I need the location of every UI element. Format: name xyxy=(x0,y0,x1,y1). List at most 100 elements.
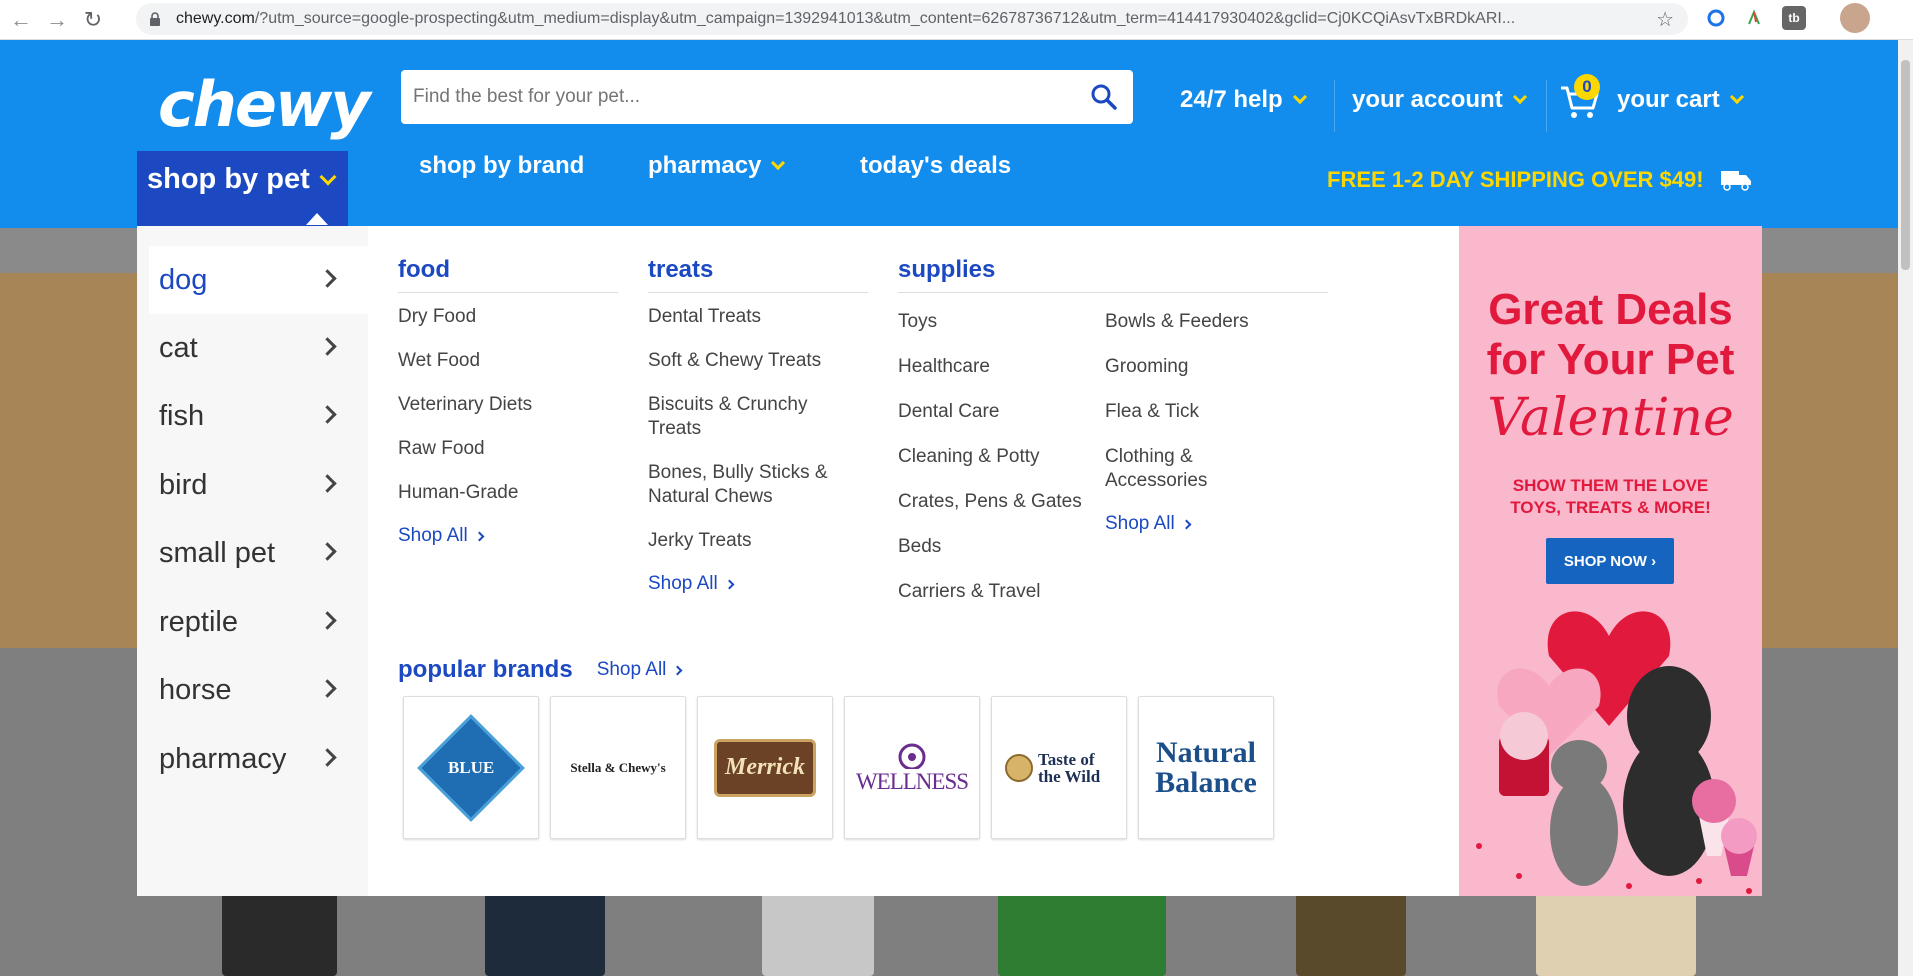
wellness-logo: WELLNESS xyxy=(856,741,969,795)
chevron-down-icon xyxy=(1729,89,1744,105)
todays-deals-link[interactable]: today's deals xyxy=(860,152,1011,180)
chevron-right-icon xyxy=(724,579,735,589)
chevron-right-icon xyxy=(318,611,337,630)
category-link[interactable]: Raw Food xyxy=(398,437,618,461)
pharmacy-menu[interactable]: pharmacy xyxy=(648,152,786,180)
pet-item-pharmacy[interactable]: pharmacy xyxy=(149,725,368,793)
address-bar[interactable]: chewy.com/?utm_source=google-prospecting… xyxy=(136,3,1688,35)
pet-item-fish[interactable]: fish xyxy=(149,382,368,450)
site-header: chewy 24/7 help your account 0 your cart… xyxy=(0,40,1898,228)
food-shop-all-link[interactable]: Shop All xyxy=(398,525,618,547)
chevron-down-icon xyxy=(319,168,337,185)
category-link[interactable]: Bones, Bully Sticks & Natural Chews xyxy=(648,461,848,509)
category-link[interactable]: Veterinary Diets xyxy=(398,393,618,417)
brands-shop-all-link[interactable]: Shop All xyxy=(597,659,683,681)
cart-menu[interactable]: your cart xyxy=(1617,86,1744,114)
bookmark-star-icon[interactable]: ☆ xyxy=(1656,7,1674,32)
supplies-heading[interactable]: supplies xyxy=(898,256,1328,293)
popular-brands-header: popular brands Shop All xyxy=(398,656,683,684)
shop-now-button[interactable]: SHOP NOW › xyxy=(1546,538,1674,584)
reload-icon[interactable]: ↻ xyxy=(78,5,108,35)
category-link[interactable]: Dry Food xyxy=(398,305,618,329)
product-image xyxy=(222,892,337,976)
category-link[interactable]: Carriers & Travel xyxy=(898,580,1098,604)
category-link[interactable]: Dental Treats xyxy=(648,305,868,329)
chevron-down-icon xyxy=(1292,89,1307,105)
shop-by-brand-link[interactable]: shop by brand xyxy=(419,152,584,180)
extension-tb-icon[interactable]: tb xyxy=(1782,6,1806,30)
promo-subheading-1: SHOW THEM THE LOVE xyxy=(1512,476,1709,495)
chevron-right-icon xyxy=(474,531,485,541)
category-link[interactable]: Toys xyxy=(898,310,1098,334)
product-image xyxy=(762,892,874,976)
lock-icon xyxy=(150,12,160,26)
help-menu[interactable]: 24/7 help xyxy=(1180,86,1307,114)
merrick-logo: Merrick xyxy=(714,738,816,797)
supplies-shop-all-link[interactable]: Shop All xyxy=(1105,513,1285,535)
divider xyxy=(1334,80,1335,132)
pet-item-dog[interactable]: dog xyxy=(149,246,368,314)
dropdown-caret xyxy=(306,213,328,225)
extension-leaf-icon[interactable] xyxy=(1742,6,1766,30)
brand-card-stella-chewys[interactable]: Stella & Chewy's xyxy=(550,696,686,839)
treats-heading[interactable]: treats xyxy=(648,256,868,293)
product-image xyxy=(485,892,605,976)
pet-item-reptile[interactable]: reptile xyxy=(149,588,368,656)
category-link[interactable]: Crates, Pens & Gates xyxy=(898,490,1098,514)
extension-circle-icon[interactable] xyxy=(1704,6,1728,30)
product-image xyxy=(1536,892,1696,976)
brand-card-blue[interactable]: BLUE xyxy=(403,696,539,839)
food-heading[interactable]: food xyxy=(398,256,618,293)
forward-arrow-icon[interactable]: → xyxy=(42,5,72,35)
back-arrow-icon[interactable]: ← xyxy=(6,5,36,35)
product-image xyxy=(1296,892,1406,976)
category-link[interactable]: Beds xyxy=(898,535,1098,559)
category-link[interactable]: Healthcare xyxy=(898,355,1098,379)
chevron-down-icon xyxy=(1512,89,1527,105)
chevron-down-icon xyxy=(771,155,786,171)
popular-brands-heading: popular brands xyxy=(398,656,573,683)
valentine-promo-banner[interactable]: Great Deals for Your Pet Valentine SHOW … xyxy=(1459,226,1762,896)
category-link[interactable]: Cleaning & Potty xyxy=(898,445,1098,469)
divider xyxy=(1546,80,1547,132)
promo-subheading-2: TOYS, TREATS & MORE! xyxy=(1510,498,1711,517)
profile-avatar[interactable] xyxy=(1840,3,1870,33)
wellness-mark-icon xyxy=(898,743,926,769)
category-link[interactable]: Bowls & Feeders xyxy=(1105,310,1285,334)
pet-item-horse[interactable]: horse xyxy=(149,656,368,724)
chewy-logo[interactable]: chewy xyxy=(158,68,371,141)
category-link[interactable]: Grooming xyxy=(1105,355,1285,379)
pet-item-bird[interactable]: bird xyxy=(149,451,368,519)
pet-item-cat[interactable]: cat xyxy=(149,314,368,382)
treats-shop-all-link[interactable]: Shop All xyxy=(648,573,868,595)
pet-item-small-pet[interactable]: small pet xyxy=(149,519,368,587)
category-link[interactable]: Human-Grade xyxy=(398,481,618,505)
chevron-right-icon xyxy=(318,474,337,493)
chevron-right-icon xyxy=(318,542,337,561)
brand-card-wellness[interactable]: WELLNESS xyxy=(844,696,980,839)
brand-card-merrick[interactable]: Merrick xyxy=(697,696,833,839)
account-menu[interactable]: your account xyxy=(1352,86,1527,114)
promo-heading-3: Valentine xyxy=(1487,388,1734,448)
category-link[interactable]: Jerky Treats xyxy=(648,529,868,553)
scrollbar-thumb[interactable] xyxy=(1901,60,1910,270)
promo-heading-1: Great Deals xyxy=(1488,285,1733,334)
supplies-list-2: Bowls & Feeders Grooming Flea & Tick Clo… xyxy=(1105,310,1285,535)
search-icon[interactable] xyxy=(1089,82,1119,112)
supplies-column: supplies Toys Healthcare Dental Care Cle… xyxy=(898,256,1328,602)
brand-card-natural-balance[interactable]: Natural Balance xyxy=(1138,696,1274,839)
category-link[interactable]: Clothing & Accessories xyxy=(1105,445,1245,493)
search-bar xyxy=(401,70,1133,124)
category-link[interactable]: Flea & Tick xyxy=(1105,400,1285,424)
brand-card-taste-of-the-wild[interactable]: Taste of the Wild xyxy=(991,696,1127,839)
chevron-right-icon xyxy=(318,269,337,288)
chevron-right-icon xyxy=(1181,519,1192,529)
natural-balance-logo: Natural Balance xyxy=(1155,735,1257,799)
category-link[interactable]: Soft & Chewy Treats xyxy=(648,349,868,373)
category-link[interactable]: Wet Food xyxy=(398,349,618,373)
category-link[interactable]: Biscuits & Crunchy Treats xyxy=(648,393,828,441)
search-input[interactable] xyxy=(413,86,1053,108)
category-link[interactable]: Dental Care xyxy=(898,400,1098,424)
chevron-right-icon xyxy=(318,748,337,767)
free-shipping-banner[interactable]: FREE 1-2 DAY SHIPPING OVER $49! xyxy=(1327,167,1752,193)
